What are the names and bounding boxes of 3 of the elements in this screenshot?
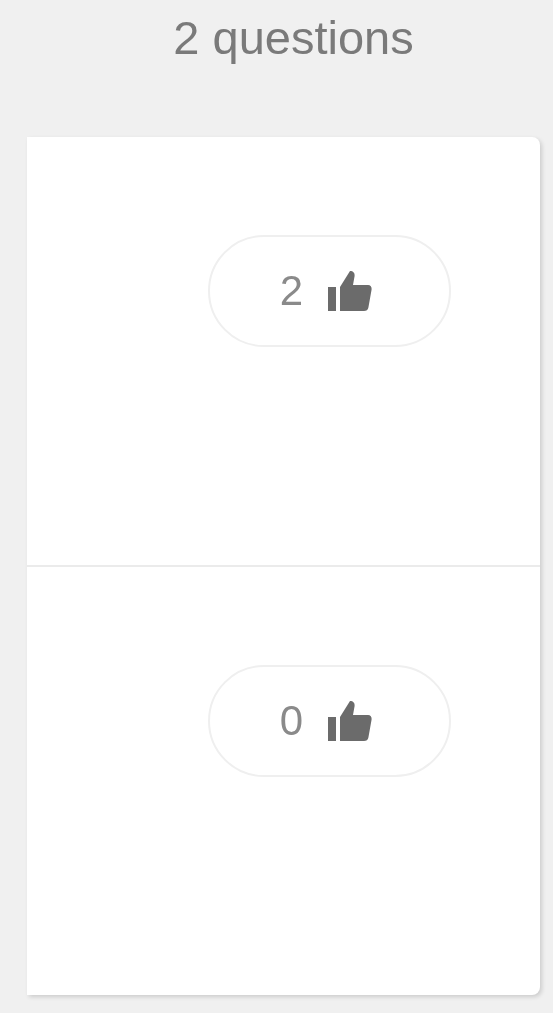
upvote-button[interactable]: 2 [208, 235, 451, 347]
questions-count: 2 questions [173, 10, 414, 65]
upvote-button[interactable]: 0 [208, 665, 451, 777]
